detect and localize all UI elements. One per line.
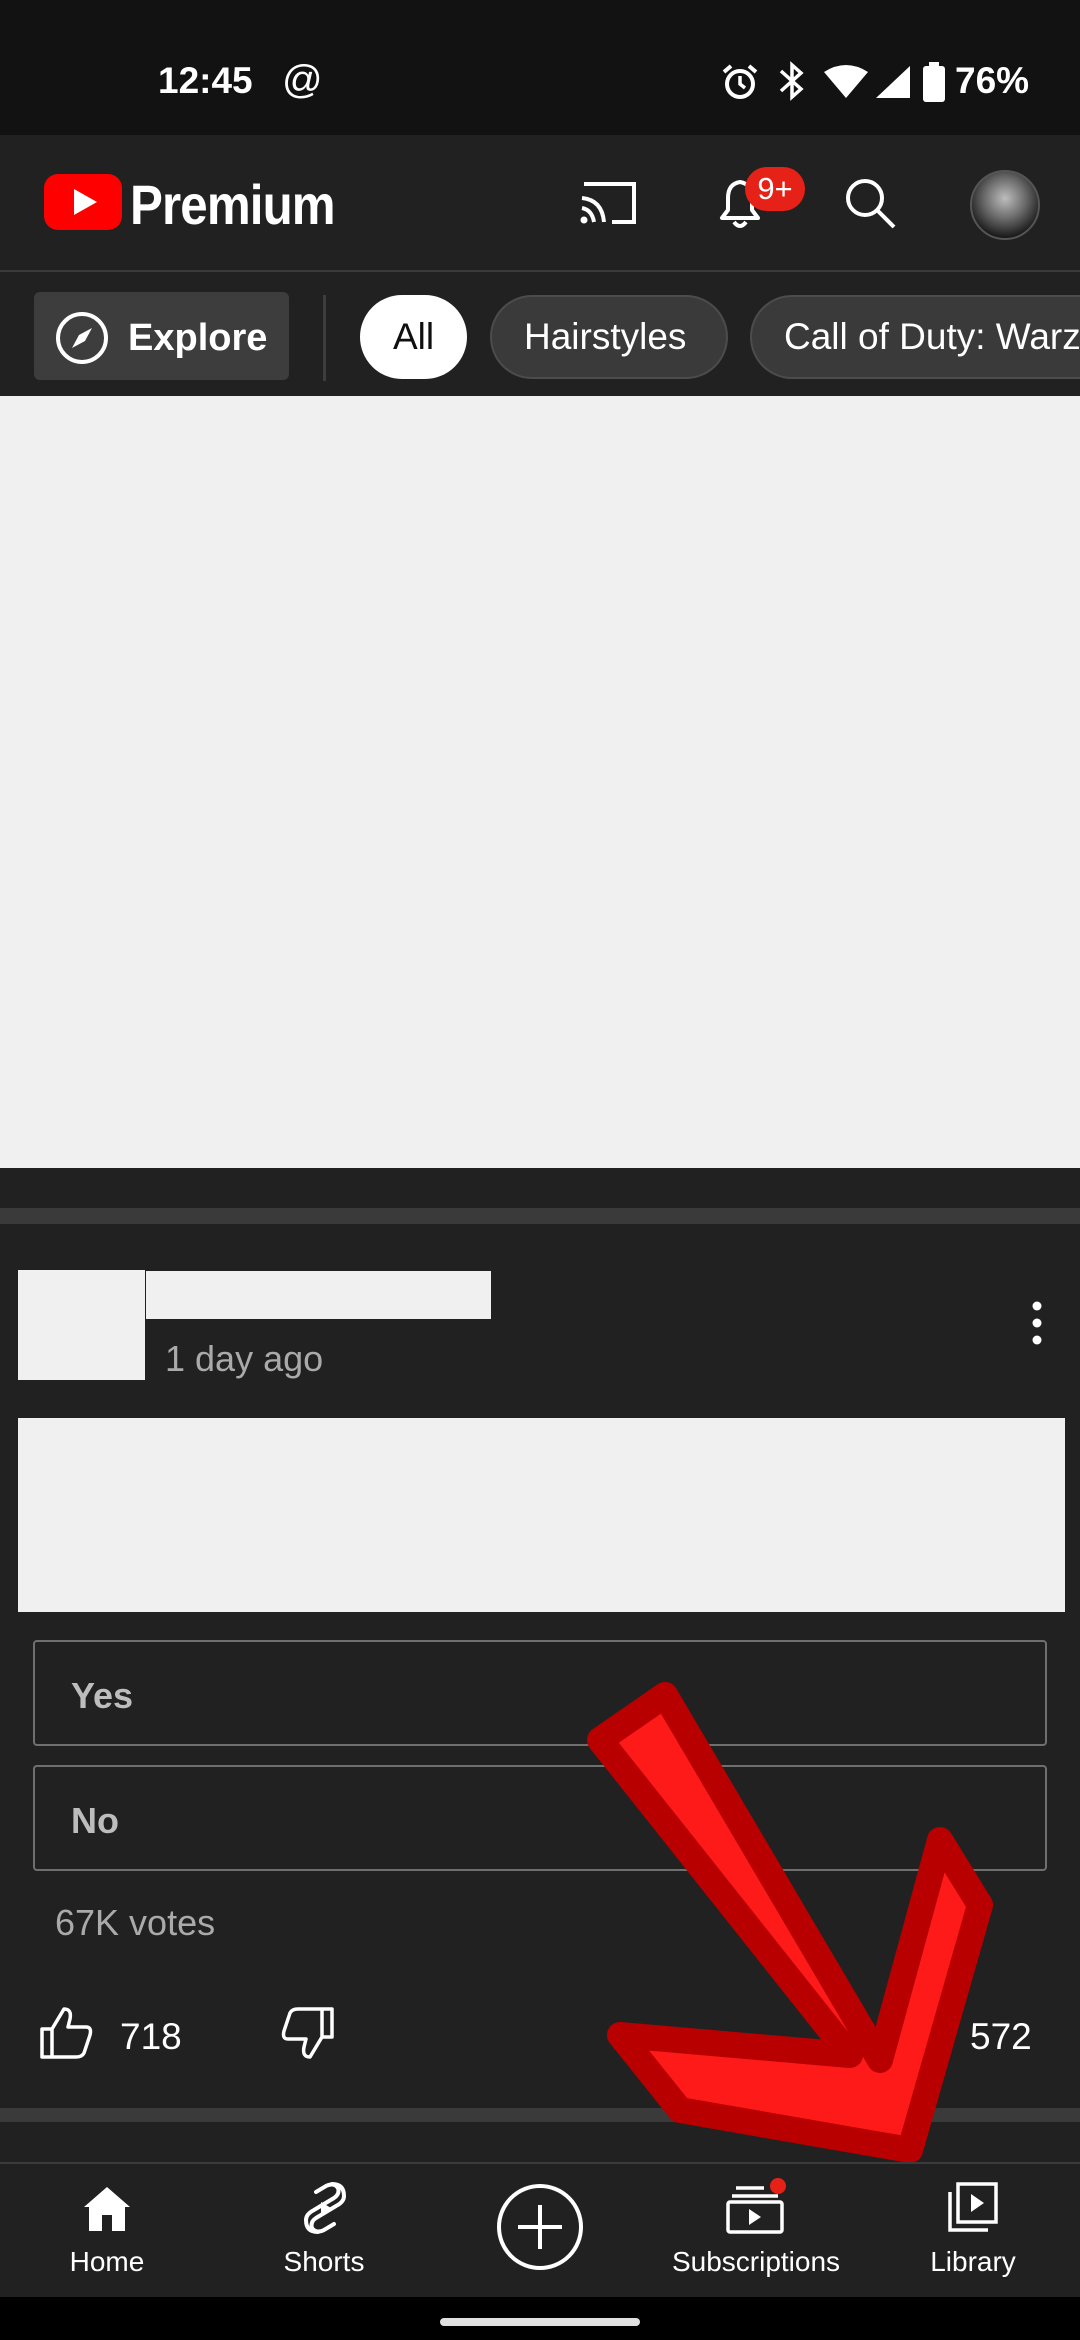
feed-gap [0, 1168, 1080, 1208]
redacted-video-thumbnail [0, 396, 1080, 1168]
bluetooth-icon [779, 61, 804, 101]
home-gesture-handle[interactable] [440, 2318, 640, 2326]
notification-badge: 9+ [745, 167, 805, 211]
compass-icon [56, 312, 108, 364]
chip-call-of-duty[interactable]: Call of Duty: Warz [750, 295, 1080, 379]
like-count: 718 [120, 2016, 182, 2057]
signal-icon [876, 66, 910, 98]
red-arrow-annotation [587, 1682, 993, 2163]
avatar[interactable] [970, 170, 1040, 240]
nav-shorts-label: Shorts [283, 2246, 365, 2277]
battery-icon [923, 62, 945, 102]
nav-home-label: Home [69, 2246, 145, 2277]
like-icon[interactable] [38, 2005, 94, 2061]
status-time: 12:45 [158, 60, 253, 101]
status-bar: 12:45 @ 76% [0, 0, 1080, 135]
explore-label: Explore [128, 317, 268, 359]
chip-hairstyles[interactable]: Hairstyles [490, 295, 728, 379]
search-icon[interactable] [842, 175, 898, 231]
home-icon [84, 2187, 130, 2231]
subscriptions-icon [726, 2178, 786, 2234]
redacted-channel-avatar[interactable] [18, 1270, 145, 1380]
nav-library-label: Library [930, 2246, 1016, 2277]
section-separator [0, 1208, 1080, 1224]
poll-votes: 67K votes [55, 1902, 216, 1943]
library-icon [948, 2182, 998, 2232]
post-time: 1 day ago [165, 1338, 324, 1379]
shorts-icon [303, 2182, 347, 2234]
wifi-icon [824, 65, 868, 98]
chip-divider [323, 295, 326, 381]
more-options-icon[interactable] [1022, 1300, 1052, 1350]
cast-icon[interactable] [578, 178, 638, 228]
alarm-icon [722, 64, 758, 99]
create-icon[interactable] [496, 2183, 584, 2271]
nav-subscriptions-label: Subscriptions [671, 2246, 841, 2277]
chip-all[interactable]: All [360, 295, 467, 379]
youtube-logo-icon[interactable] [44, 174, 122, 230]
at-icon: @ [282, 58, 323, 102]
premium-logo-text[interactable]: Premium [130, 172, 336, 237]
redacted-channel-name[interactable] [146, 1271, 491, 1319]
battery-percent: 76% [955, 60, 1030, 101]
dislike-icon[interactable] [280, 2005, 336, 2061]
redacted-post-text [18, 1418, 1065, 1612]
